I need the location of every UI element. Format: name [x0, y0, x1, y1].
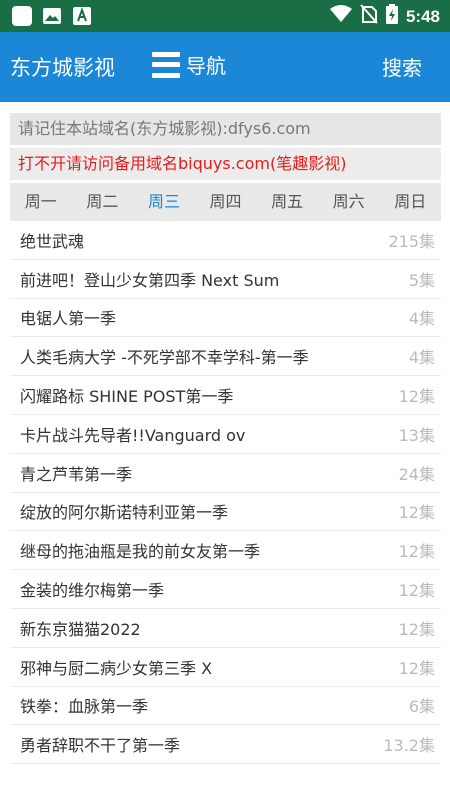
- episode-count: 12集: [398, 542, 435, 562]
- domain-notice: 请记住本站域名(东方城影视):dfys6.com: [10, 113, 441, 145]
- status-bar: 5:48: [0, 0, 450, 32]
- weekday-tabs: 周一 周二 周三 周四 周五 周六 周日: [10, 183, 441, 221]
- main-content: 请记住本站域名(东方城影视):dfys6.com 打不开请访问备用域名biquy…: [10, 113, 441, 765]
- show-title: 绽放的阿尔斯诺特利亚第一季: [20, 503, 229, 523]
- backup-domain-notice[interactable]: 打不开请访问备用域名biquys.com(笔趣影视): [10, 148, 441, 180]
- wifi-icon: [329, 5, 352, 28]
- list-item[interactable]: 继母的拖油瓶是我的前女友第一季 12集: [10, 531, 441, 571]
- list-item[interactable]: 前进吧！登山少女第四季 Next Sum 5集: [10, 260, 441, 299]
- list-item[interactable]: 新东京猫猫2022 12集: [10, 609, 441, 648]
- list-item[interactable]: 青之芦苇第一季 24集: [10, 454, 441, 493]
- list-item[interactable]: 卡片战斗先导者!!Vanguard ov 13集: [10, 415, 441, 454]
- status-right-icons: 5:48: [329, 4, 440, 29]
- nav-label: 导航: [186, 54, 226, 78]
- episode-count: 12集: [398, 619, 435, 639]
- list-item[interactable]: 勇者辞职不干了第一季 13.2集: [10, 725, 441, 765]
- tab-wednesday[interactable]: 周三: [133, 183, 195, 221]
- episode-count: 13.2集: [383, 736, 435, 756]
- episode-count: 12集: [398, 658, 435, 678]
- status-left-icons: [12, 6, 92, 26]
- battery-icon: [385, 4, 398, 29]
- episode-count: 4集: [408, 348, 435, 368]
- tab-tuesday[interactable]: 周二: [72, 183, 134, 221]
- list-item[interactable]: 铁拳：血脉第一季 6集: [10, 687, 441, 726]
- tab-thursday[interactable]: 周四: [195, 183, 257, 221]
- list-item[interactable]: 绽放的阿尔斯诺特利亚第一季 12集: [10, 493, 441, 532]
- show-title: 铁拳：血脉第一季: [20, 697, 149, 717]
- episode-count: 12集: [398, 503, 435, 523]
- episode-count: 13集: [398, 425, 435, 445]
- episode-count: 215集: [388, 231, 435, 251]
- notification-square-icon: [12, 6, 32, 26]
- show-title: 前进吧！登山少女第四季 Next Sum: [20, 270, 280, 290]
- tab-friday[interactable]: 周五: [256, 183, 318, 221]
- show-title: 人类毛病大学 -不死学部不幸学科-第一季: [20, 348, 309, 368]
- nav-menu-button[interactable]: 导航: [152, 50, 226, 79]
- episode-count: 6集: [408, 697, 435, 717]
- app-title: 东方城影视: [10, 56, 115, 80]
- show-title: 卡片战斗先导者!!Vanguard ov: [20, 425, 246, 445]
- list-item[interactable]: 人类毛病大学 -不死学部不幸学科-第一季 4集: [10, 337, 441, 377]
- image-icon: [42, 6, 62, 26]
- list-item[interactable]: 闪耀路标 SHINE POST第一季 12集: [10, 376, 441, 415]
- list-item[interactable]: 电锯人第一季 4集: [10, 299, 441, 338]
- show-title: 电锯人第一季: [20, 309, 117, 329]
- no-sim-icon: [360, 4, 378, 29]
- show-title: 金装的维尔梅第一季: [20, 581, 165, 601]
- episode-count: 4集: [408, 309, 435, 329]
- show-title: 继母的拖油瓶是我的前女友第一季: [20, 542, 261, 562]
- list-item[interactable]: 金装的维尔梅第一季 12集: [10, 570, 441, 609]
- tab-sunday[interactable]: 周日: [379, 183, 441, 221]
- show-title: 青之芦苇第一季: [20, 464, 133, 484]
- episode-count: 12集: [398, 581, 435, 601]
- show-title: 绝世武魂: [20, 231, 85, 251]
- show-title: 闪耀路标 SHINE POST第一季: [20, 387, 234, 407]
- show-title: 勇者辞职不干了第一季: [20, 736, 181, 756]
- hamburger-menu-icon: [152, 51, 180, 78]
- list-item[interactable]: 绝世武魂 215集: [10, 221, 441, 260]
- app-bar: 东方城影视 导航 搜索: [0, 32, 450, 102]
- tab-monday[interactable]: 周一: [10, 183, 72, 221]
- search-button[interactable]: 搜索: [382, 52, 422, 81]
- show-title: 新东京猫猫2022: [20, 619, 141, 639]
- episode-count: 12集: [398, 387, 435, 407]
- show-title: 邪神与厨二病少女第三季 X: [20, 658, 213, 678]
- clock: 5:48: [405, 6, 440, 26]
- tab-saturday[interactable]: 周六: [318, 183, 380, 221]
- episode-count: 5集: [408, 270, 435, 290]
- show-list: 绝世武魂 215集 前进吧！登山少女第四季 Next Sum 5集 电锯人第一季 4集…: [10, 221, 441, 765]
- app-a-icon: [72, 6, 92, 26]
- episode-count: 24集: [398, 464, 435, 484]
- list-item[interactable]: 邪神与厨二病少女第三季 X 12集: [10, 648, 441, 687]
